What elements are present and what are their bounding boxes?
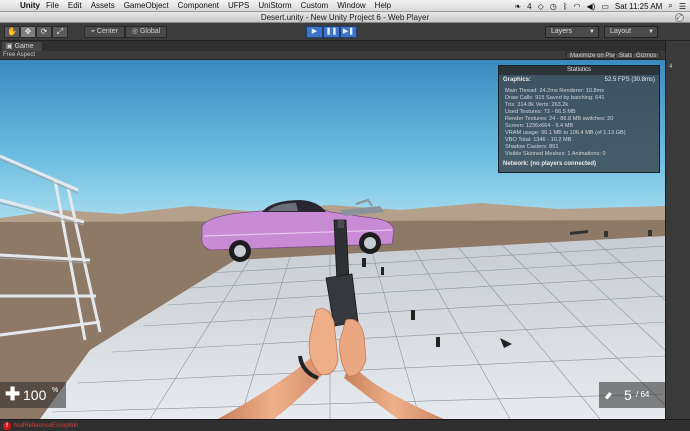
menu-window[interactable]: Window — [337, 1, 365, 10]
stat-line: Draw Calls: 915 Saved by batching: 641 — [505, 95, 605, 101]
step-button[interactable]: ▶❚ — [340, 26, 357, 38]
play-button[interactable]: ▶ — [306, 26, 323, 38]
stat-line: Used Textures: 72 - 66.5 MB — [505, 109, 576, 115]
console-error-message[interactable]: NullReferenceException — [14, 422, 78, 430]
menu-gameobject[interactable]: GameObject — [124, 1, 169, 10]
chevron-down-icon: ▼ — [589, 29, 595, 35]
health-hud: ✚ 100 % — [0, 382, 66, 408]
graphics-label: Graphics: — [503, 77, 532, 83]
play-controls: ▶ ❚❚ ▶❚ — [306, 26, 357, 38]
ammo-clip: 5 — [624, 387, 632, 403]
ammo-hud: ▮ 5 / 64 — [599, 382, 665, 408]
error-icon: ! — [3, 422, 11, 430]
web-player-window: Unity File Edit Assets GameObject Compon… — [0, 0, 690, 431]
unity-toolbar: ✋ ✥ ⟳ ⤢ ⌖ Center ◎ Global ▶ ❚❚ ▶❚ Layers… — [0, 23, 690, 41]
volume-icon[interactable]: ◀) — [587, 2, 596, 11]
menu-assets[interactable]: Assets — [91, 1, 115, 10]
health-value: 100 — [23, 387, 47, 403]
wifi-icon[interactable]: ◠ — [574, 2, 581, 11]
graphics-stats-list: Main Thread: 24.2ms Renderer: 10.8ms Dra… — [505, 88, 655, 158]
menu-unistorm[interactable]: UniStorm — [258, 1, 291, 10]
layers-dropdown[interactable]: Layers ▼ — [545, 26, 599, 38]
dropbox-icon[interactable]: ◇ — [538, 2, 544, 11]
game-tab-bar: ▣ Game — [0, 41, 665, 51]
floor-prop — [604, 231, 608, 237]
game-icon: ▣ — [6, 43, 15, 50]
maximize-on-play-toggle[interactable]: Maximize on Play — [566, 52, 622, 59]
menu-clock[interactable]: Sat 11:25 AM — [615, 2, 662, 11]
game-view-toolbar: Free Aspect Maximize on Play Stats Gizmo… — [0, 51, 665, 60]
health-unit: % — [52, 387, 59, 394]
stat-line: Visible Skinned Meshes: 1 Animations: 0 — [505, 151, 606, 157]
statistics-panel: Statistics Graphics: 52.5 FPS (30.8ms) M… — [498, 65, 660, 173]
network-status: Network: (no players connected) — [503, 161, 597, 167]
tray-count[interactable]: 4 — [527, 2, 531, 11]
health-plus-icon: ✚ — [5, 384, 21, 404]
move-tool-icon[interactable]: ✥ — [20, 26, 36, 38]
statistics-title: Statistics — [499, 66, 659, 75]
window-title-bar[interactable]: Desert.unity - New Unity Project 6 - Web… — [0, 12, 690, 23]
menu-app-name[interactable]: Unity — [20, 1, 40, 10]
aspect-dropdown[interactable]: Free Aspect — [3, 51, 35, 60]
menu-file[interactable]: File — [46, 1, 59, 10]
menu-edit[interactable]: Edit — [68, 1, 82, 10]
globe-icon: ◎ — [131, 28, 140, 35]
scale-tool-icon[interactable]: ⤢ — [52, 26, 68, 38]
battery-icon[interactable]: ▭ — [601, 2, 609, 11]
console-status-bar[interactable]: ! NullReferenceException — [0, 419, 690, 431]
gizmos-dropdown[interactable]: Gizmos — [632, 52, 661, 59]
stat-line: VBO Total: 1346 - 10.2 MB — [505, 137, 572, 143]
ammo-reserve: / 64 — [636, 390, 650, 399]
menu-component[interactable]: Component — [178, 1, 219, 10]
chevron-down-icon: ▼ — [648, 29, 654, 35]
stat-line: Shadow Casters: 861 — [505, 144, 559, 150]
pivot-center-toggle[interactable]: ⌖ Center — [84, 26, 125, 38]
window-resize-icon[interactable]: ⤢ — [675, 13, 684, 22]
notification-center-icon[interactable]: ☰ — [679, 2, 686, 11]
floor-prop — [411, 310, 415, 320]
stat-line: VRAM usage: 96.1 MB to 106.4 MB (of 1.13… — [505, 130, 626, 136]
menu-tray: ❧ 4 ◇ ◷ ᛒ ◠ ◀) ▭ Sat 11:25 AM ⌕ ☰ — [514, 0, 686, 12]
stat-line: Tris: 314.8k Verts: 263.2k — [505, 102, 569, 108]
pivot-toggles: ⌖ Center ◎ Global — [84, 26, 168, 38]
side-panel-label: 4 — [669, 64, 673, 70]
rotate-tool-icon[interactable]: ⟳ — [36, 26, 52, 38]
stat-line: Screen: 1236x664 - 9.4 MB — [505, 123, 574, 129]
transform-tools: ✋ ✥ ⟳ ⤢ — [4, 26, 68, 38]
menu-ufps[interactable]: UFPS — [228, 1, 249, 10]
bluetooth-icon[interactable]: ᛒ — [563, 2, 568, 11]
pause-button[interactable]: ❚❚ — [323, 26, 340, 38]
menu-custom[interactable]: Custom — [301, 1, 329, 10]
floor-prop — [436, 337, 440, 347]
stat-line: Render Textures: 24 - 86.8 MB switches: … — [505, 116, 614, 122]
hand-tool-icon[interactable]: ✋ — [4, 26, 20, 38]
layout-dropdown[interactable]: Layout ▼ — [604, 26, 658, 38]
floor-prop — [381, 267, 384, 275]
graphics-header: Graphics: 52.5 FPS (30.8ms) — [503, 77, 655, 87]
window-title: Desert.unity - New Unity Project 6 - Web… — [260, 13, 430, 22]
pivot-global-toggle[interactable]: ◎ Global — [124, 26, 168, 38]
inspector-panel-edge: 4 — [665, 41, 690, 419]
time-machine-icon[interactable]: ◷ — [550, 2, 557, 11]
menu-help[interactable]: Help — [375, 1, 391, 10]
bullet-icon: ▮ — [603, 389, 614, 401]
mac-menu-bar: Unity File Edit Assets GameObject Compon… — [0, 0, 690, 12]
evernote-icon[interactable]: ❧ — [514, 2, 521, 11]
fps-readout: 52.5 FPS (30.8ms) — [604, 77, 655, 83]
floor-prop — [648, 230, 652, 236]
stat-line: Main Thread: 24.2ms Renderer: 10.8ms — [505, 88, 605, 94]
spotlight-search-icon[interactable]: ⌕ — [668, 1, 672, 11]
tab-game[interactable]: ▣ Game — [2, 42, 42, 51]
floor-prop — [362, 258, 366, 267]
